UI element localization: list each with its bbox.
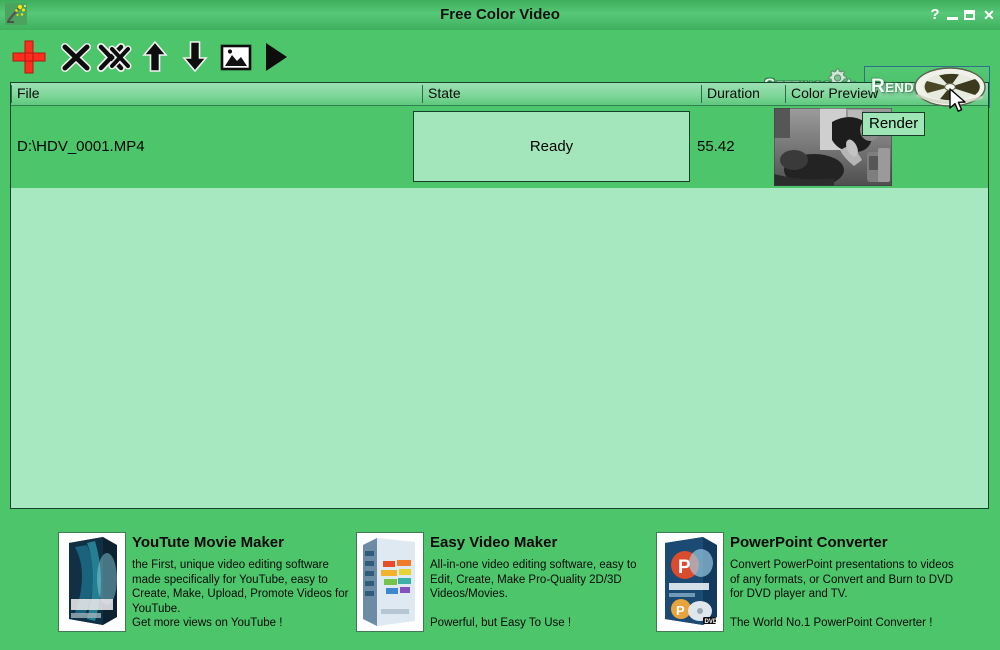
column-header-file[interactable]: File xyxy=(11,83,422,105)
file-list[interactable]: File State Duration Color Preview D:\HDV… xyxy=(10,82,989,509)
toolbar: Settings Render xyxy=(0,30,1000,136)
cell-state: Ready xyxy=(413,111,690,182)
promo-description: Convert PowerPoint presentations to vide… xyxy=(730,559,954,600)
svg-text:P: P xyxy=(678,557,691,578)
minimize-button[interactable] xyxy=(945,7,961,23)
cell-file-path: D:\HDV_0001.MP4 xyxy=(17,138,145,155)
promo-tagline: Powerful, but Easy To Use ! xyxy=(430,617,572,629)
render-tooltip: Render xyxy=(862,112,926,136)
promo-description: All-in-one video editing software, easy … xyxy=(430,559,637,600)
table-row[interactable]: D:\HDV_0001.MP4 Ready 55.42 xyxy=(11,106,988,188)
help-button[interactable]: ? xyxy=(927,7,943,23)
promo-title: PowerPoint Converter xyxy=(730,534,888,551)
svg-text:P: P xyxy=(676,603,685,618)
play-button[interactable] xyxy=(259,38,297,76)
promo-footer: YouTute Movie Maker the First, unique vi… xyxy=(0,510,1000,650)
cell-duration: 55.42 xyxy=(697,138,735,155)
remove-file-button[interactable] xyxy=(57,38,95,76)
application-window: Free Color Video ? ✕ Render Render File … xyxy=(0,0,1000,650)
promo-title: YouTute Movie Maker xyxy=(132,534,284,551)
move-up-button[interactable] xyxy=(139,38,177,76)
product-box-icon xyxy=(58,532,126,632)
title-bar: Free Color Video ? ✕ xyxy=(0,0,1000,30)
add-file-button[interactable] xyxy=(10,38,48,76)
file-list-header: File State Duration Color Preview xyxy=(11,83,988,106)
svg-text:DVD: DVD xyxy=(705,619,718,625)
product-box-icon: P P DVD xyxy=(656,532,724,632)
film-reel-icon xyxy=(913,63,987,116)
promo-card-powerpoint-converter[interactable]: P P DVD PowerPoint Converter Convert Pow… xyxy=(656,532,956,640)
move-down-button[interactable] xyxy=(179,38,217,76)
column-header-state[interactable]: State xyxy=(422,83,701,105)
promo-card-youtube-movie-maker[interactable]: YouTute Movie Maker the First, unique vi… xyxy=(58,532,348,640)
column-header-duration[interactable]: Duration xyxy=(701,83,785,105)
remove-all-files-button[interactable] xyxy=(96,38,134,76)
promo-card-easy-video-maker[interactable]: Easy Video Maker All-in-one video editin… xyxy=(356,532,646,640)
preview-image-button[interactable] xyxy=(219,38,257,76)
promo-title: Easy Video Maker xyxy=(430,534,558,551)
promo-tagline: Get more views on YouTube ! xyxy=(132,617,283,629)
promo-tagline: The World No.1 PowerPoint Converter ! xyxy=(730,617,933,629)
product-box-icon xyxy=(356,532,424,632)
maximize-button[interactable] xyxy=(963,7,979,23)
close-button[interactable]: ✕ xyxy=(981,7,997,23)
promo-description: the First, unique video editing software… xyxy=(132,559,349,615)
window-title: Free Color Video xyxy=(440,6,560,23)
